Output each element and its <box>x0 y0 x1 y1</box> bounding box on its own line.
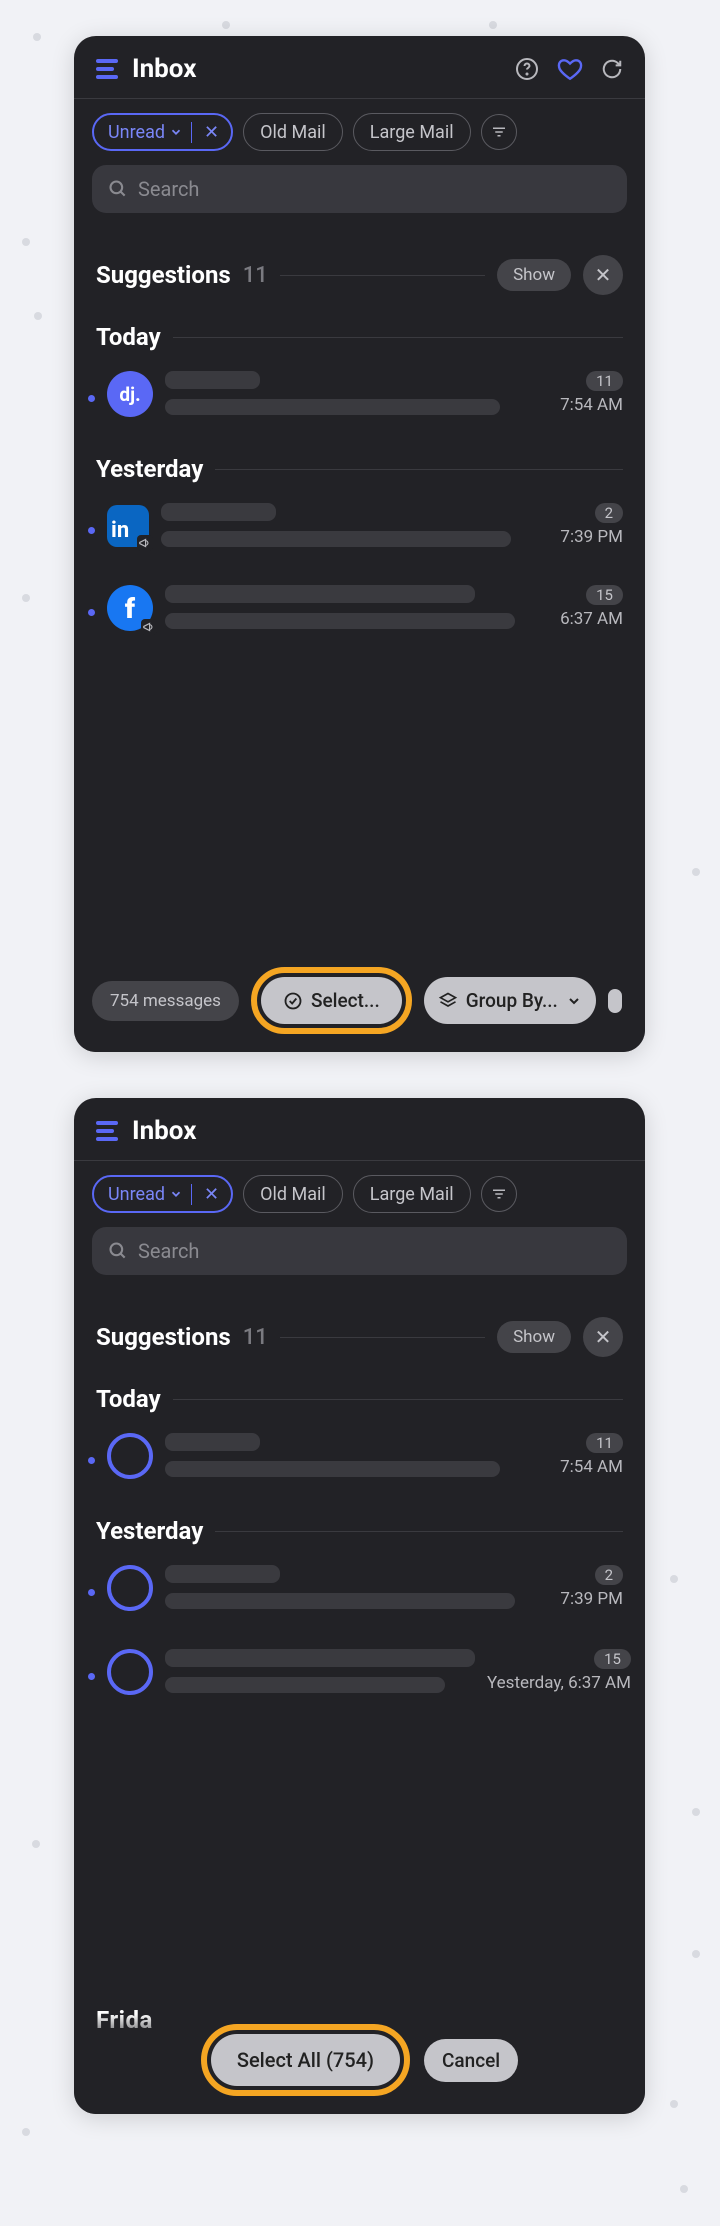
suggestions-title: Suggestions <box>96 261 231 289</box>
unread-dot-icon <box>88 609 95 616</box>
close-suggestions-button[interactable]: ✕ <box>583 1317 623 1357</box>
search-input[interactable]: Search <box>92 1227 627 1275</box>
page-title: Inbox <box>132 54 503 84</box>
filter-chip-old[interactable]: Old Mail <box>243 113 343 151</box>
clear-unread-icon[interactable]: ✕ <box>191 122 231 143</box>
filter-chip-old[interactable]: Old Mail <box>243 1175 343 1213</box>
search-icon <box>108 179 128 199</box>
page-title: Inbox <box>132 1116 623 1146</box>
chevron-down-icon <box>169 125 183 139</box>
mail-panel-after: Inbox Unread ✕ Old Mail Large Mail Searc… <box>74 1098 645 2114</box>
unread-dot-icon <box>88 1457 95 1464</box>
unread-dot-icon <box>88 395 95 402</box>
close-suggestions-button[interactable]: ✕ <box>583 255 623 295</box>
highlight-ring: Select All (754) <box>201 2024 410 2096</box>
count-badge: 15 <box>586 585 623 605</box>
show-suggestions-button[interactable]: Show <box>497 259 571 291</box>
yesterday-title: Yesterday <box>96 455 203 483</box>
message-time: 6:37 AM <box>560 609 623 629</box>
bottom-toolbar: 754 messages Select... Group By... <box>74 957 645 1052</box>
message-count: 754 messages <box>92 981 239 1021</box>
avatar-facebook: f <box>107 585 153 631</box>
message-time: Yesterday, 6:37 AM <box>487 1673 631 1693</box>
filter-chip-unread[interactable]: Unread ✕ <box>92 1175 233 1213</box>
yesterday-title: Yesterday <box>96 1517 203 1545</box>
message-row[interactable]: f 15 6:37 AM <box>74 557 645 641</box>
search-input[interactable]: Search <box>92 165 627 213</box>
search-icon <box>108 1241 128 1261</box>
message-row[interactable]: in 2 7:39 PM <box>74 483 645 557</box>
suggestions-section: Suggestions 11 Show ✕ <box>74 227 645 295</box>
select-button[interactable]: Select... <box>261 977 402 1024</box>
check-circle-icon <box>283 991 303 1011</box>
selection-circle[interactable] <box>107 1649 153 1695</box>
today-title: Today <box>96 323 161 351</box>
filter-chip-large[interactable]: Large Mail <box>353 1175 471 1213</box>
megaphone-icon <box>137 535 153 551</box>
suggestions-title: Suggestions <box>96 1323 231 1351</box>
header: Inbox <box>74 1098 645 1161</box>
unread-dot-icon <box>88 1589 95 1596</box>
count-badge: 11 <box>586 371 623 391</box>
refresh-icon[interactable] <box>601 58 623 80</box>
clear-unread-icon[interactable]: ✕ <box>191 1184 231 1205</box>
message-row[interactable]: 15 Yesterday, 6:37 AM <box>74 1621 645 1705</box>
unread-dot-icon <box>88 527 95 534</box>
selection-circle[interactable] <box>107 1433 153 1479</box>
more-filters-icon[interactable] <box>481 1176 517 1212</box>
filter-chip-unread[interactable]: Unread ✕ <box>92 113 233 151</box>
heart-icon[interactable] <box>557 56 583 82</box>
more-filters-icon[interactable] <box>481 114 517 150</box>
filter-row: Unread ✕ Old Mail Large Mail <box>74 1161 645 1213</box>
suggestions-section: Suggestions 11 Show ✕ <box>74 1289 645 1357</box>
filter-chip-large[interactable]: Large Mail <box>353 113 471 151</box>
chevron-down-icon <box>566 993 582 1009</box>
select-all-button[interactable]: Select All (754) <box>211 2034 400 2086</box>
avatar-dj: dj. <box>107 371 153 417</box>
layers-icon <box>438 991 458 1011</box>
help-icon[interactable] <box>515 57 539 81</box>
unread-dot-icon <box>88 1673 95 1680</box>
group-by-button[interactable]: Group By... <box>424 977 596 1024</box>
highlight-ring: Select... <box>251 967 412 1034</box>
bottom-toolbar: Select All (754) Cancel <box>74 2014 645 2114</box>
avatar-linkedin: in <box>107 505 149 547</box>
count-badge: 15 <box>594 1649 631 1669</box>
filter-row: Unread ✕ Old Mail Large Mail <box>74 99 645 151</box>
yesterday-section: Yesterday <box>74 427 645 483</box>
message-row[interactable]: dj. 11 7:54 AM <box>74 351 645 427</box>
message-time: 7:39 PM <box>560 1589 623 1609</box>
menu-icon[interactable] <box>96 1121 120 1141</box>
show-suggestions-button[interactable]: Show <box>497 1321 571 1353</box>
menu-icon[interactable] <box>96 59 120 79</box>
search-placeholder: Search <box>138 177 199 201</box>
yesterday-section: Yesterday <box>74 1489 645 1545</box>
suggestions-count: 11 <box>243 1325 268 1350</box>
count-badge: 11 <box>586 1433 623 1453</box>
message-time: 7:39 PM <box>560 527 623 547</box>
message-row[interactable]: 2 7:39 PM <box>74 1545 645 1621</box>
megaphone-icon <box>141 619 157 635</box>
today-title: Today <box>96 1385 161 1413</box>
suggestions-count: 11 <box>243 263 268 288</box>
today-section: Today <box>74 1357 645 1413</box>
cancel-button[interactable]: Cancel <box>424 2039 518 2082</box>
count-badge: 2 <box>595 1565 623 1585</box>
search-placeholder: Search <box>138 1239 199 1263</box>
message-time: 7:54 AM <box>560 1457 623 1477</box>
chevron-down-icon <box>169 1187 183 1201</box>
today-section: Today <box>74 295 645 351</box>
message-row[interactable]: 11 7:54 AM <box>74 1413 645 1489</box>
header: Inbox <box>74 36 645 99</box>
extra-button[interactable] <box>608 989 622 1013</box>
selection-circle[interactable] <box>107 1565 153 1611</box>
count-badge: 2 <box>595 503 623 523</box>
mail-panel-before: Inbox Unread ✕ Old Mail Large Mail Searc… <box>74 36 645 1052</box>
message-time: 7:54 AM <box>560 395 623 415</box>
